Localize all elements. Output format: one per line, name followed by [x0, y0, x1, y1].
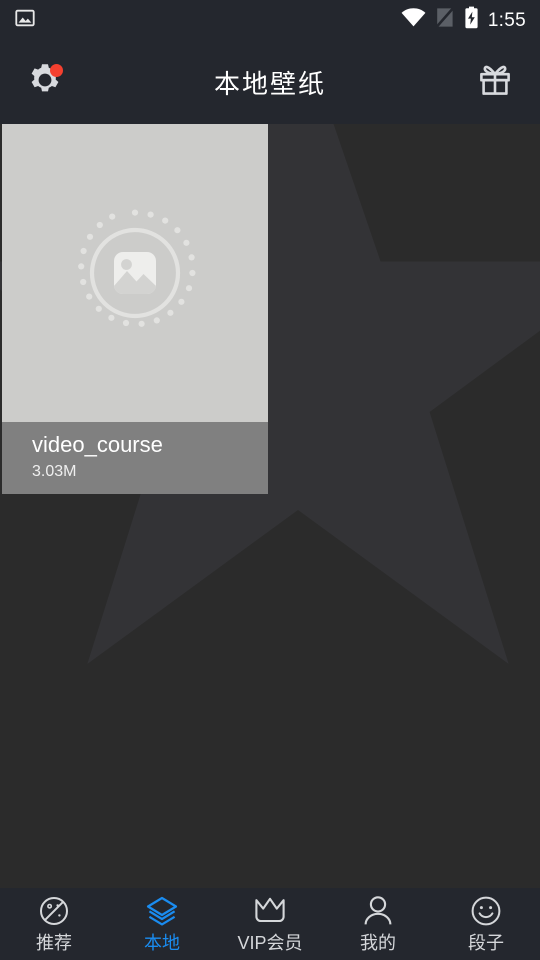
status-bar: 1:55 [0, 0, 540, 40]
smiley-icon [470, 894, 502, 928]
page-title: 本地壁纸 [213, 68, 326, 99]
nav-label-mine: 我的 [360, 933, 396, 953]
wallpaper-filesize: 3.03M [32, 463, 77, 480]
wifi-icon [401, 7, 426, 33]
nav-item-local[interactable]: 本地 [108, 888, 216, 960]
app-bar: 本地壁纸 [0, 40, 540, 124]
settings-badge-dot [50, 64, 63, 77]
bottom-navigation: 推荐 本地 VIP会员 我的 段子 [0, 888, 540, 960]
wallpaper-grid-container: video_course 3.03M [0, 124, 540, 888]
status-bar-left [14, 7, 36, 34]
gift-button[interactable] [472, 59, 518, 105]
settings-button[interactable] [22, 59, 68, 105]
wallpaper-card[interactable]: video_course 3.03M [2, 124, 268, 494]
nav-item-mine[interactable]: 我的 [324, 888, 432, 960]
signal-off-icon [434, 6, 455, 33]
app-root: 1:55 本地壁纸 video_course 3.03M 推荐 本地 VIP会员… [0, 0, 540, 960]
image-placeholder-icon [78, 209, 196, 327]
nav-item-jokes[interactable]: 段子 [432, 888, 540, 960]
nav-label-jokes: 段子 [468, 933, 504, 953]
nav-item-vip[interactable]: VIP会员 [216, 888, 324, 960]
wallpaper-title: video_course [32, 432, 163, 457]
wallpaper-thumbnail[interactable] [2, 124, 268, 422]
status-bar-clock: 1:55 [487, 9, 526, 31]
battery-charging-icon [464, 6, 479, 34]
nav-label-recommend: 推荐 [36, 933, 72, 953]
compass-icon [38, 894, 70, 928]
wallpaper-meta: video_course 3.03M [2, 422, 268, 494]
crown-icon [253, 894, 287, 928]
layers-icon [145, 894, 179, 928]
status-bar-right: 1:55 [401, 6, 526, 34]
nav-label-vip: VIP会员 [237, 933, 303, 953]
nav-item-recommend[interactable]: 推荐 [0, 888, 108, 960]
image-notification-icon [14, 7, 36, 34]
wallpaper-grid: video_course 3.03M [0, 124, 540, 494]
person-icon [363, 894, 393, 928]
nav-label-local: 本地 [144, 933, 180, 953]
gift-icon [475, 61, 515, 104]
